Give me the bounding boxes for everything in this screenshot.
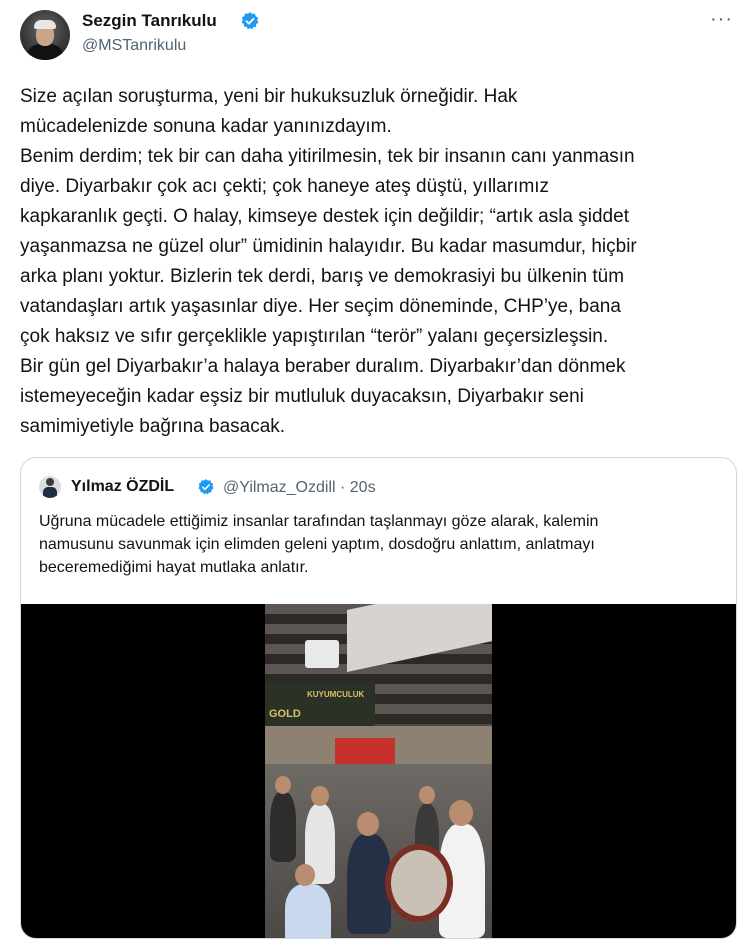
more-options-icon[interactable]: ··· (710, 8, 733, 31)
quoted-line: beceremediğimi hayat mutlaka anlatır. (39, 559, 309, 576)
tweet-text: Size açılan soruşturma, yeni bir hukuksu… (20, 82, 742, 442)
verified-badge-icon (198, 479, 214, 495)
quoted-handle-time[interactable]: @Yilmaz_Ozdill · 20s (223, 479, 376, 497)
quoted-line: Uğruna mücadele ettiğimiz insanlar taraf… (39, 513, 599, 530)
tweet-line: arka planı yoktur. Bizlerin tek derdi, b… (20, 266, 625, 287)
tweet-line: istemeyeceğin kadar eşsiz bir mutluluk d… (20, 386, 584, 407)
tweet-line: diye. Diyarbakır çok acı çekti; çok hane… (20, 176, 550, 197)
tweet-line: Bir gün gel Diyarbakır’a halaya beraber … (20, 356, 626, 377)
author-name[interactable]: Sezgin Tanrıkulu (82, 11, 217, 31)
author-handle[interactable]: @MSTanrikulu (82, 37, 186, 55)
tweet-line: Benim derdim; tek bir can daha yitirilme… (20, 146, 635, 167)
tweet-line: samimiyetiyle bağrına basacak. (20, 416, 286, 437)
video-frame: GOLD KUYUMCULUK (265, 604, 492, 938)
author-avatar[interactable] (20, 10, 70, 60)
tweet-line: mücadelenizde sonuna kadar yanınızdayım. (20, 116, 392, 137)
quoted-tweet-text: Uğruna mücadele ettiğimiz insanlar taraf… (39, 510, 729, 579)
tweet-header: Sezgin Tanrıkulu @MSTanrikulu ··· (0, 0, 750, 70)
shop-sign-left-text: GOLD (269, 708, 301, 720)
quoted-video[interactable]: GOLD KUYUMCULUK (21, 604, 736, 938)
quoted-tweet-card[interactable]: Yılmaz ÖZDİL @Yilmaz_Ozdill · 20s Uğruna… (20, 457, 737, 939)
quoted-author-avatar[interactable] (39, 476, 61, 498)
shop-sign-right-text: KUYUMCULUK (307, 690, 365, 699)
verified-badge-icon (241, 12, 259, 30)
air-conditioner-unit (305, 640, 339, 668)
dancing-crowd (265, 764, 492, 938)
tweet-line: vatandaşları artık yaşasınlar diye. Her … (20, 296, 621, 317)
shop-sign: GOLD KUYUMCULUK (265, 682, 375, 726)
tweet-line: kapkaranlık geçti. O halay, kimseye dest… (20, 206, 629, 227)
tweet-line: Size açılan soruşturma, yeni bir hukuksu… (20, 86, 518, 107)
quoted-line: namusunu savunmak için elimden geleni ya… (39, 536, 595, 553)
tweet-line: yaşanmazsa ne güzel olur” ümidinin halay… (20, 236, 637, 257)
tweet-line: çok haksız ve sıfır gerçeklikle yapıştır… (20, 326, 609, 347)
quoted-author-name[interactable]: Yılmaz ÖZDİL (71, 478, 174, 496)
davul-drum (385, 844, 453, 922)
